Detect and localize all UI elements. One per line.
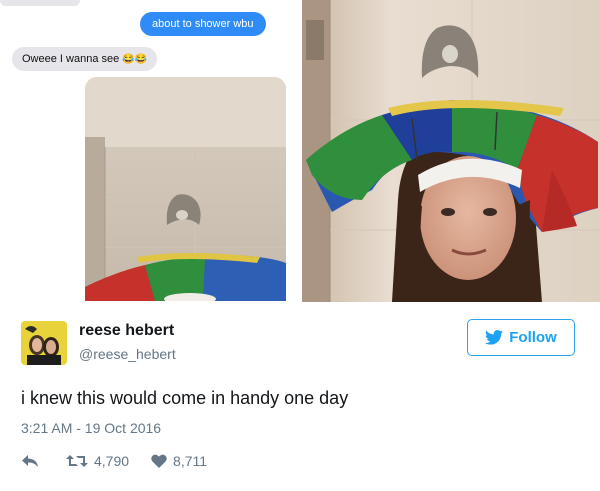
tweet-text: i knew this would come in handy one day: [21, 388, 349, 408]
reply-icon: [22, 455, 38, 467]
tweet-timestamp[interactable]: 3:21 AM - 19 Oct 2016: [21, 420, 161, 436]
retweet-count: 4,790: [94, 453, 130, 469]
display-name[interactable]: reese hebert: [79, 322, 174, 340]
user-handle[interactable]: @reese_hebert: [79, 346, 176, 362]
follow-label: Follow: [509, 329, 557, 346]
retweet-icon: [66, 455, 88, 467]
avatar[interactable]: [21, 321, 67, 365]
tweet-media[interactable]: about to shower wbu Oweee I wanna see 😂😂: [0, 0, 600, 302]
twitter-bird-icon: [485, 330, 504, 345]
sent-photo-thumbnail[interactable]: [85, 77, 286, 301]
tweet-card: reese hebert @reese_hebert Follow i knew…: [0, 302, 600, 491]
reply-button[interactable]: [21, 454, 39, 468]
like-button[interactable]: 8,711: [151, 453, 207, 469]
selfie-photo[interactable]: [302, 0, 600, 302]
cropped-bubble: [0, 0, 80, 6]
heart-icon: [151, 454, 167, 468]
chat-screenshot: about to shower wbu Oweee I wanna see 😂😂: [0, 0, 299, 302]
retweet-button[interactable]: 4,790: [66, 453, 129, 469]
tweet-actions: 4,790 8,711: [21, 452, 207, 470]
like-count: 8,711: [173, 453, 208, 469]
incoming-message-text: Oweee I wanna see: [22, 53, 120, 65]
outgoing-message-text: about to shower wbu: [152, 18, 254, 30]
outgoing-message-bubble: about to shower wbu: [140, 12, 266, 36]
follow-button[interactable]: Follow: [467, 319, 575, 356]
incoming-message-bubble: Oweee I wanna see 😂😂: [12, 47, 158, 71]
laughing-emoji-icon: 😂😂: [122, 54, 148, 65]
